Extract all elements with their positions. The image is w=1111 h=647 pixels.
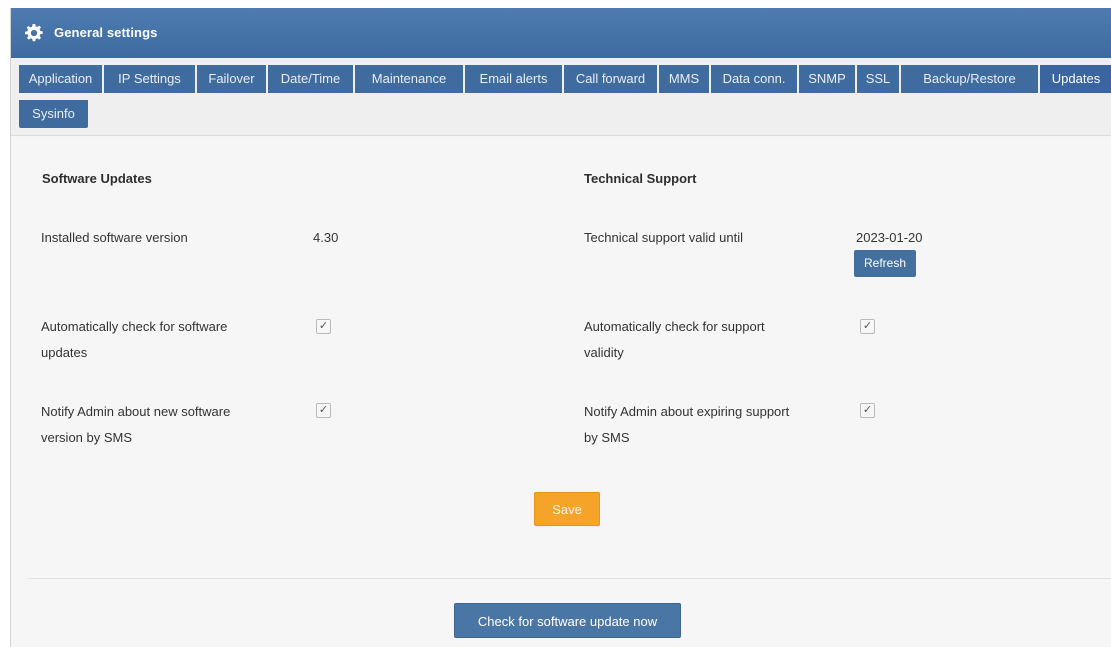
updates-content <box>11 137 1111 647</box>
tab-mms[interactable]: MMS <box>659 65 709 93</box>
tab-bar: Application IP Settings Failover Date/Ti… <box>11 58 1111 136</box>
save-button[interactable]: Save <box>534 492 600 526</box>
support-valid-value: 2023-01-20 <box>856 230 923 245</box>
notify-expiring-support-label-line2: by SMS <box>584 430 630 445</box>
auto-check-updates-label-line1: Automatically check for software <box>41 319 228 334</box>
tab-email-alerts[interactable]: Email alerts <box>465 65 562 93</box>
tab-ssl[interactable]: SSL <box>857 65 899 93</box>
page-title: General settings <box>54 25 158 40</box>
technical-support-heading: Technical Support <box>584 171 697 186</box>
tab-failover[interactable]: Failover <box>197 65 266 93</box>
auto-check-support-checkbox[interactable]: ✓ <box>860 319 875 334</box>
notify-new-version-label-line2: version by SMS <box>41 430 133 445</box>
auto-check-support-label-line2: validity <box>584 345 624 360</box>
notify-new-version-checkbox[interactable]: ✓ <box>316 403 331 418</box>
notify-expiring-support-checkbox[interactable]: ✓ <box>860 403 875 418</box>
refresh-button[interactable]: Refresh <box>854 250 916 277</box>
installed-version-label: Installed software version <box>41 230 188 245</box>
tab-maintenance[interactable]: Maintenance <box>355 65 463 93</box>
auto-check-updates-checkbox[interactable]: ✓ <box>316 319 331 334</box>
panel-header: General settings <box>11 8 1111 58</box>
support-valid-label: Technical support valid until <box>584 230 743 245</box>
tab-date-time[interactable]: Date/Time <box>268 65 353 93</box>
auto-check-updates-label-line2: updates <box>41 345 88 360</box>
auto-check-support-label-line1: Automatically check for support <box>584 319 765 334</box>
tab-snmp[interactable]: SNMP <box>799 65 855 93</box>
divider <box>28 578 1111 579</box>
tab-call-forward[interactable]: Call forward <box>564 65 657 93</box>
installed-version-value: 4.30 <box>313 230 339 245</box>
notify-new-version-label-line1: Notify Admin about new software <box>41 404 231 419</box>
tab-data-conn[interactable]: Data conn. <box>711 65 797 93</box>
tab-application[interactable]: Application <box>19 65 102 93</box>
gear-icon <box>25 24 43 42</box>
tab-updates[interactable]: Updates <box>1040 65 1111 93</box>
notify-expiring-support-label-line1: Notify Admin about expiring support <box>584 404 790 419</box>
check-update-now-button[interactable]: Check for software update now <box>454 603 681 638</box>
software-updates-heading: Software Updates <box>42 171 152 186</box>
tab-ip-settings[interactable]: IP Settings <box>104 65 195 93</box>
tab-backup-restore[interactable]: Backup/Restore <box>901 65 1038 93</box>
settings-panel: General settings Application IP Settings… <box>10 8 1111 647</box>
tab-sysinfo[interactable]: Sysinfo <box>19 100 88 128</box>
